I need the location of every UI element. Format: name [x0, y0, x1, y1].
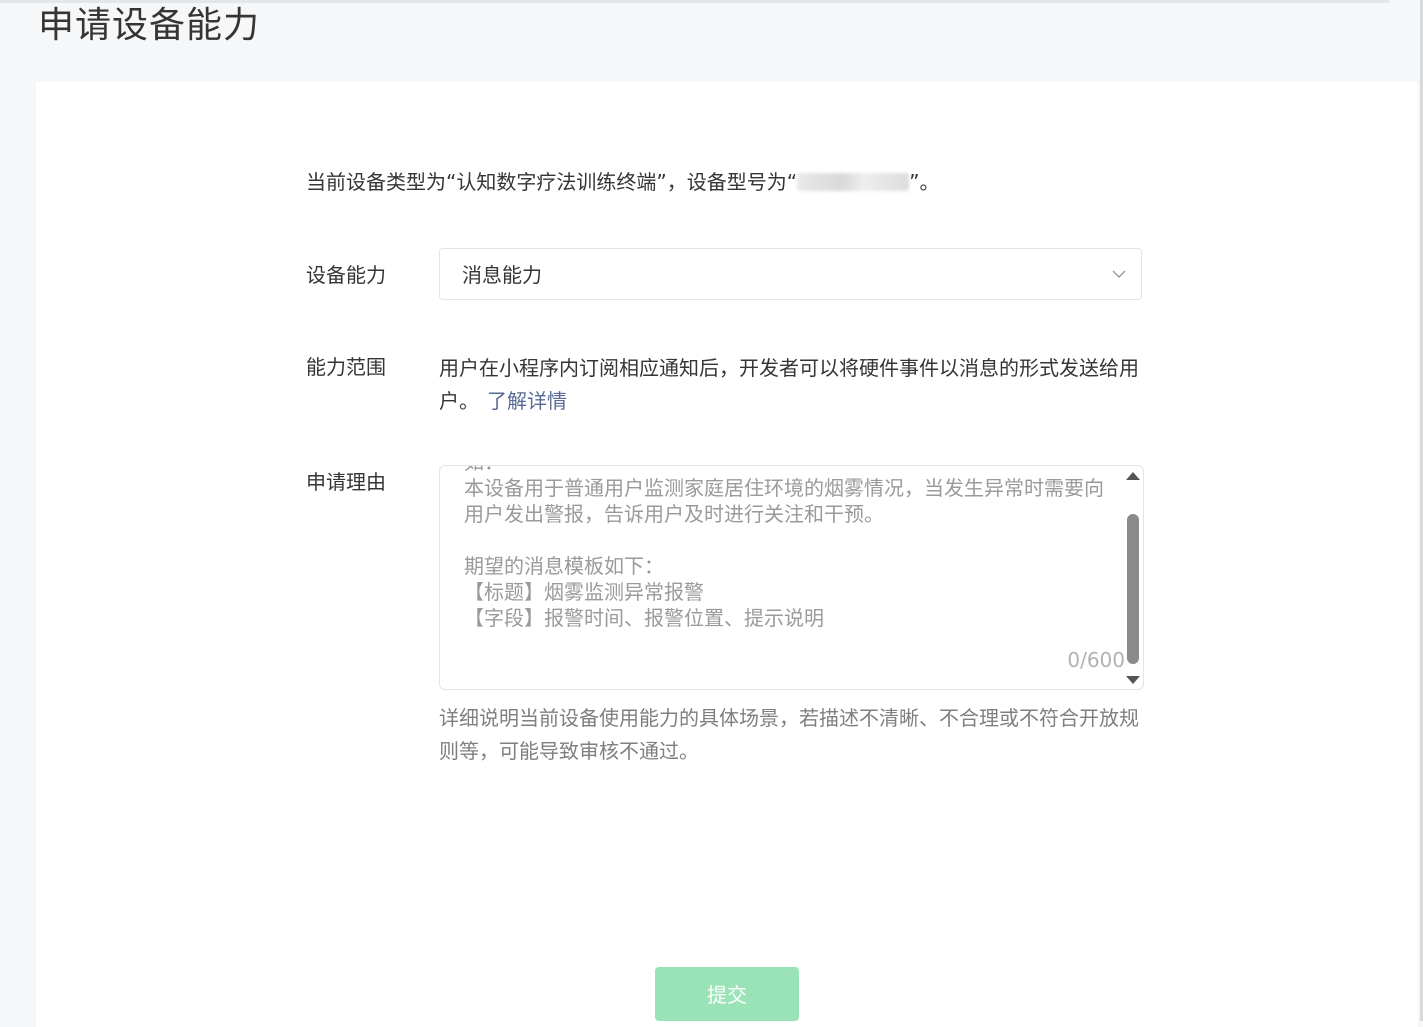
placeholder-line: 【字段】报警时间、报警位置、提示说明 — [464, 606, 824, 630]
device-intro-suffix: ”。 — [909, 170, 940, 194]
reason-placeholder: 如： 本设备用于普通用户监测家庭居住环境的烟雾情况，当发生异常时需要向用户发出警… — [464, 466, 1104, 631]
reason-textarea[interactable]: 如： 本设备用于普通用户监测家庭居住环境的烟雾情况，当发生异常时需要向用户发出警… — [439, 465, 1144, 690]
placeholder-line: 如： — [464, 466, 1104, 475]
char-counter: 0/600 — [1067, 648, 1125, 672]
scrollbar-thumb[interactable] — [1127, 514, 1139, 664]
scope-description: 用户在小程序内订阅相应通知后，开发者可以将硬件事件以消息的形式发送给用户。 了解详… — [439, 352, 1144, 418]
reason-hint: 详细说明当前设备使用能力的具体场景，若描述不清晰、不合理或不符合开放规则等，可能… — [439, 706, 1139, 763]
reason-label: 申请理由 — [306, 470, 386, 494]
capability-select[interactable]: 消息能力 — [439, 248, 1142, 300]
placeholder-line: 期望的消息模板如下： — [464, 554, 664, 578]
chevron-down-icon — [1112, 270, 1126, 278]
scroll-down-arrow-icon[interactable] — [1126, 676, 1140, 684]
capability-select-value: 消息能力 — [462, 263, 542, 287]
placeholder-line: 【标题】烟雾监测异常报警 — [464, 580, 704, 604]
page-title: 申请设备能力 — [38, 5, 261, 46]
capability-label: 设备能力 — [306, 263, 386, 287]
textarea-scrollbar[interactable] — [1123, 466, 1143, 689]
device-intro-prefix: 当前设备类型为“认知数字疗法训练终端”，设备型号为“ — [306, 170, 798, 194]
masked-device-model — [797, 173, 910, 191]
scroll-up-arrow-icon[interactable] — [1126, 472, 1140, 480]
placeholder-line: 本设备用于普通用户监测家庭居住环境的烟雾情况，当发生异常时需要向用户发出警报，告… — [464, 476, 1104, 526]
submit-button[interactable]: 提交 — [655, 967, 799, 1021]
scope-label: 能力范围 — [306, 355, 386, 379]
form-card: 当前设备类型为“认知数字疗法训练终端”，设备型号为“ ”。 设备能力 消息能力 能… — [36, 82, 1418, 1027]
device-intro: 当前设备类型为“认知数字疗法训练终端”，设备型号为“ ”。 — [306, 168, 939, 196]
learn-more-link[interactable]: 了解详情 — [487, 389, 567, 413]
